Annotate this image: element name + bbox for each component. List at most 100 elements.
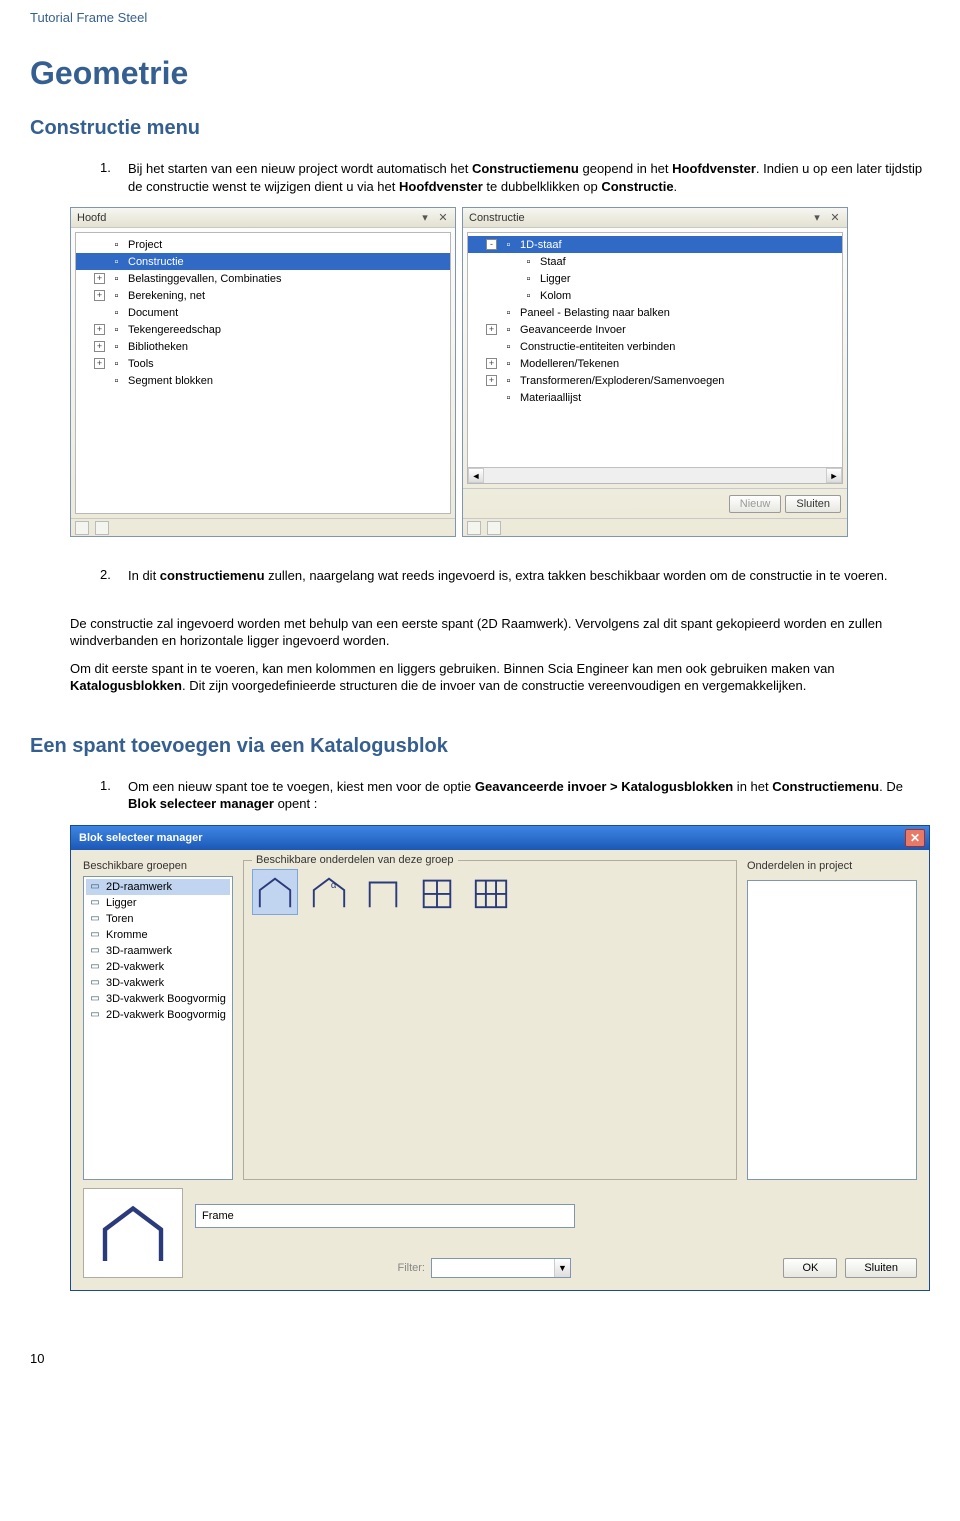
tree-item[interactable]: ▫Segment blokken [76,372,450,389]
close-icon[interactable]: ✕ [905,829,925,847]
expand-icon[interactable]: + [94,324,105,335]
tree-item[interactable]: ▫ Staaf [468,253,842,270]
tree-node-icon: ▫ [109,323,124,337]
tree-item[interactable]: -▫1D-staaf [468,236,842,253]
tree-item[interactable]: ▫ Ligger [468,270,842,287]
project-parts-list[interactable] [747,880,917,1180]
shape-grid-2x2[interactable] [414,869,460,915]
pin-icon[interactable]: ▾ [419,212,431,224]
group-item[interactable]: ▭Ligger [86,895,230,911]
panels-row: Hoofd ▾ ✕ ▫Project▫Constructie+▫Belastin… [70,207,930,537]
filter-combo[interactable]: ▼ [431,1258,571,1278]
shape-frame-flat[interactable] [360,869,406,915]
tree-item-label: Modelleren/Tekenen [520,358,619,370]
tree: -▫1D-staaf▫Staaf▫Ligger▫Kolom▫Paneel - B… [467,232,843,484]
section-title: Een spant toevoegen via een Katalogusblo… [30,735,930,758]
dialog-title: Blok selecteer manager [79,832,203,844]
expand-icon[interactable]: + [486,324,497,335]
group-icon: ▭ [88,944,102,958]
chevron-down-icon[interactable]: ▼ [554,1259,570,1277]
tree-item[interactable]: ▫Materiaallijst [468,389,842,406]
tree-item[interactable]: ▫Constructie [76,253,450,270]
list-item: 1. Om een nieuw spant toe te voegen, kie… [100,778,930,813]
group-item[interactable]: ▭2D-raamwerk [86,879,230,895]
close-button[interactable]: Sluiten [785,495,841,513]
tree-node-icon: ▫ [501,391,516,405]
collapse-icon[interactable]: - [486,239,497,250]
scroll-right-icon[interactable]: ► [826,468,842,483]
panel-title: Hoofd [77,212,106,224]
group-item[interactable]: ▭2D-vakwerk Boogvormig [86,1007,230,1023]
tree-item[interactable]: +▫Bibliotheken [76,338,450,355]
svg-text:α: α [331,880,337,891]
tree-item[interactable]: +▫Berekening, net [76,287,450,304]
page-number: 10 [30,1351,930,1366]
tree-node-icon: ▫ [521,289,536,303]
shape-grid-3x2[interactable] [468,869,514,915]
expand-icon[interactable]: + [486,358,497,369]
new-button[interactable]: Nieuw [729,495,782,513]
tree-item-label: Ligger [540,273,571,285]
group-item[interactable]: ▭3D-vakwerk Boogvormig [86,991,230,1007]
group-label: Kromme [106,929,148,941]
tree-node-icon: ▫ [109,238,124,252]
close-icon[interactable]: ✕ [437,212,449,224]
cancel-button[interactable]: Sluiten [845,1258,917,1278]
item-text: Bij het starten van een nieuw project wo… [128,160,930,195]
tree-item-label: Constructie [128,256,184,268]
status-icon [95,521,109,535]
group-item[interactable]: ▭Kromme [86,927,230,943]
group-item[interactable]: ▭Toren [86,911,230,927]
tree-item[interactable]: ▫Document [76,304,450,321]
fieldset-legend: Beschikbare onderdelen van deze groep [252,854,458,866]
tree-item-label: 1D-staaf [520,239,562,251]
tree-item[interactable]: +▫Tools [76,355,450,372]
tree-node-icon: ▫ [109,340,124,354]
dialog-titlebar: Blok selecteer manager ✕ [71,826,929,850]
selected-name: Frame [202,1210,234,1222]
tree-item[interactable]: +▫Modelleren/Tekenen [468,355,842,372]
tree-node-icon: ▫ [521,255,536,269]
scroll-left-icon[interactable]: ◄ [468,468,484,483]
item-number: 2. [100,567,128,585]
scrollbar-horizontal[interactable]: ◄ ► [468,467,842,483]
groups-list[interactable]: ▭2D-raamwerk▭Ligger▭Toren▭Kromme▭3D-raam… [83,876,233,1180]
expand-icon[interactable]: + [94,273,105,284]
shape-frame-gable-alpha[interactable]: α [306,869,352,915]
tree-node-icon: ▫ [521,272,536,286]
group-icon: ▭ [88,1008,102,1022]
tree: ▫Project▫Constructie+▫Belastinggevallen,… [75,232,451,514]
pin-icon[interactable]: ▾ [811,212,823,224]
group-item[interactable]: ▭3D-vakwerk [86,975,230,991]
expand-icon[interactable]: + [486,375,497,386]
groups-label: Beschikbare groepen [83,860,233,872]
tree-item-label: Staaf [540,256,566,268]
expand-icon[interactable]: + [94,290,105,301]
close-icon[interactable]: ✕ [829,212,841,224]
tree-item-label: Geavanceerde Invoer [520,324,626,336]
tree-item[interactable]: +▫Belastinggevallen, Combinaties [76,270,450,287]
tree-item[interactable]: ▫Project [76,236,450,253]
group-item[interactable]: ▭3D-raamwerk [86,943,230,959]
title-geometrie: Geometrie [30,55,930,92]
expand-icon[interactable]: + [94,358,105,369]
shape-frame-gable[interactable] [252,869,298,915]
expand-icon[interactable]: + [94,341,105,352]
tree-node-icon: ▫ [501,374,516,388]
group-item[interactable]: ▭2D-vakwerk [86,959,230,975]
tree-item[interactable]: +▫Geavanceerde Invoer [468,321,842,338]
group-icon: ▭ [88,896,102,910]
tree-node-icon: ▫ [501,340,516,354]
tree-item-label: Tools [128,358,154,370]
tree-item[interactable]: ▫Constructie-entiteiten verbinden [468,338,842,355]
tree-node-icon: ▫ [501,306,516,320]
tree-item[interactable]: ▫Paneel - Belasting naar balken [468,304,842,321]
group-label: Toren [106,913,134,925]
tree-item[interactable]: +▫Tekengereedschap [76,321,450,338]
subtitle-constructie-menu: Constructie menu [30,117,930,140]
tree-item-label: Segment blokken [128,375,213,387]
tree-node-icon: ▫ [109,306,124,320]
ok-button[interactable]: OK [783,1258,837,1278]
tree-item[interactable]: ▫Kolom [468,287,842,304]
tree-item[interactable]: +▫Transformeren/Exploderen/Samenvoegen [468,372,842,389]
